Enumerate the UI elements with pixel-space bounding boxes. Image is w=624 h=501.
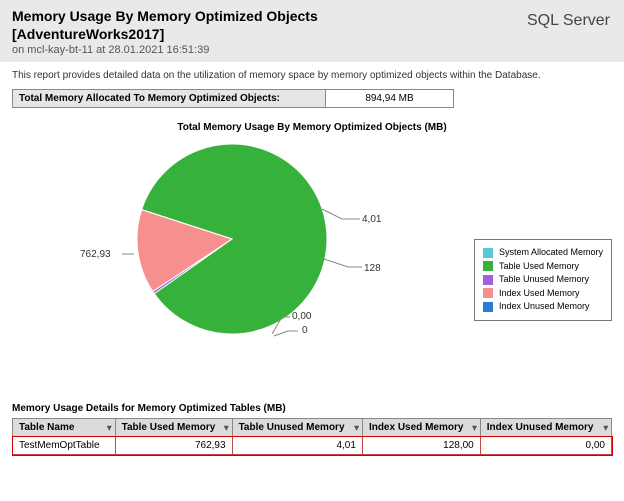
- details-table: Table Name▾ Table Used Memory▾ Table Unu…: [12, 418, 612, 455]
- legend-item: Table Used Memory: [483, 260, 603, 274]
- col-header[interactable]: Table Unused Memory▾: [232, 419, 362, 437]
- slice-label-index-unused: 0: [302, 325, 308, 336]
- brand-label: SQL Server: [527, 12, 610, 30]
- legend-item: Index Used Memory: [483, 287, 603, 301]
- report-title: Memory Usage By Memory Optimized Objects: [12, 8, 612, 24]
- col-header[interactable]: Table Name▾: [13, 419, 116, 437]
- report-description: This report provides detailed data on th…: [12, 70, 612, 81]
- slice-label-table-unused: 4,01: [362, 214, 381, 225]
- col-header[interactable]: Index Unused Memory▾: [480, 419, 611, 437]
- cell-index-used: 128,00: [362, 437, 480, 455]
- pie-svg: [132, 139, 332, 339]
- sort-icon[interactable]: ▾: [603, 422, 608, 433]
- slice-label-index-used: 128: [364, 263, 381, 274]
- sort-icon[interactable]: ▾: [354, 422, 359, 433]
- total-allocated-label: Total Memory Allocated To Memory Optimiz…: [13, 90, 326, 107]
- sort-icon[interactable]: ▾: [224, 422, 229, 433]
- legend-item: System Allocated Memory: [483, 246, 603, 260]
- slice-label-table-used: 762,93: [80, 249, 111, 260]
- details-title: Memory Usage Details for Memory Optimize…: [12, 403, 612, 414]
- pie-chart: 762,93 4,01 128 0,00 0 System Allocated …: [12, 139, 612, 379]
- col-header[interactable]: Index Used Memory▾: [362, 419, 480, 437]
- total-allocated-value: 894,94 MB: [326, 90, 453, 107]
- table-row[interactable]: TestMemOptTable 762,93 4,01 128,00 0,00: [13, 437, 612, 455]
- col-header[interactable]: Table Used Memory▾: [115, 419, 232, 437]
- pie-wrapper: [132, 139, 332, 339]
- legend-item: Table Unused Memory: [483, 273, 603, 287]
- sort-icon[interactable]: ▾: [107, 422, 112, 433]
- cell-table-used: 762,93: [115, 437, 232, 455]
- report-database: [AdventureWorks2017]: [12, 26, 612, 42]
- slice-label-system: 0,00: [292, 311, 311, 322]
- cell-index-unused: 0,00: [480, 437, 611, 455]
- total-allocated-box: Total Memory Allocated To Memory Optimiz…: [12, 89, 454, 108]
- chart-legend: System Allocated Memory Table Used Memor…: [474, 239, 612, 321]
- report-header: Memory Usage By Memory Optimized Objects…: [0, 0, 624, 62]
- sort-icon[interactable]: ▾: [472, 422, 477, 433]
- chart-title: Total Memory Usage By Memory Optimized O…: [12, 122, 612, 133]
- report-timestamp: on mcl-kay-bt-11 at 28.01.2021 16:51:39: [12, 44, 612, 56]
- cell-table-name: TestMemOptTable: [13, 437, 116, 455]
- legend-item: Index Unused Memory: [483, 300, 603, 314]
- cell-table-unused: 4,01: [232, 437, 362, 455]
